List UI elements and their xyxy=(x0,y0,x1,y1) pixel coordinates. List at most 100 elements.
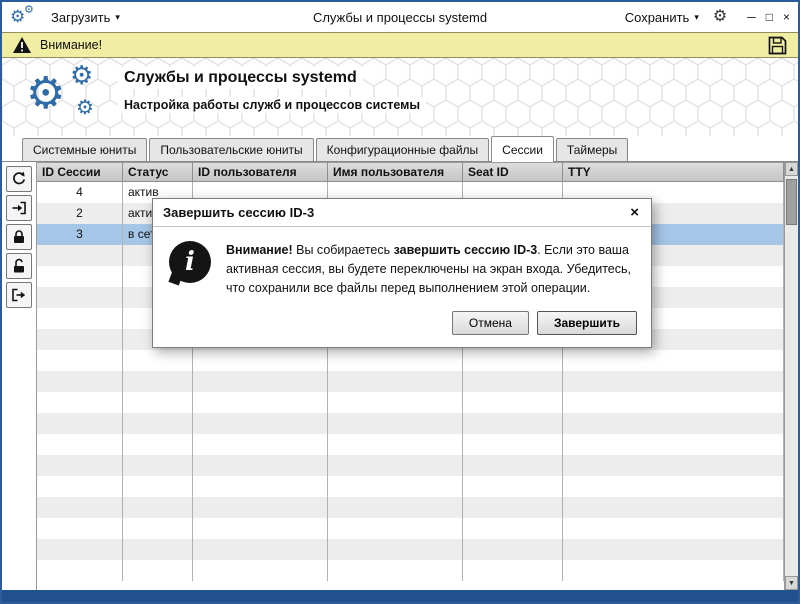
cell xyxy=(193,518,328,539)
cell xyxy=(123,455,193,476)
cell xyxy=(563,434,784,455)
cell xyxy=(37,455,123,476)
cell xyxy=(328,392,463,413)
cell xyxy=(328,413,463,434)
cell xyxy=(37,266,123,287)
cell xyxy=(37,392,123,413)
cell xyxy=(193,455,328,476)
cell xyxy=(463,350,563,371)
save-menu-button[interactable]: Сохранить ▾ xyxy=(621,8,703,27)
lock-session-button[interactable] xyxy=(6,224,32,250)
cell xyxy=(193,350,328,371)
scroll-down-button[interactable]: ▼ xyxy=(785,576,798,590)
cell xyxy=(123,350,193,371)
cell xyxy=(193,476,328,497)
cell xyxy=(37,371,123,392)
table-row xyxy=(37,371,784,392)
cell xyxy=(463,539,563,560)
terminate-session-button[interactable] xyxy=(6,282,32,308)
column-header[interactable]: ID пользователя xyxy=(193,162,328,182)
cell xyxy=(37,413,123,434)
cell xyxy=(463,560,563,581)
column-header[interactable]: Seat ID xyxy=(463,162,563,182)
close-button[interactable]: × xyxy=(783,11,790,23)
session-toolbar xyxy=(2,162,36,590)
settings-gear-icon[interactable]: ⚙ xyxy=(713,9,727,25)
lock-icon xyxy=(11,229,27,245)
scroll-up-button[interactable]: ▲ xyxy=(785,162,798,176)
table-row xyxy=(37,539,784,560)
cell xyxy=(37,350,123,371)
load-menu-button[interactable]: Загрузить ▾ xyxy=(47,8,124,27)
confirm-terminate-button[interactable]: Завершить xyxy=(537,311,637,335)
dialog-message-part: Внимание! xyxy=(226,243,293,257)
cell xyxy=(463,413,563,434)
cell xyxy=(563,539,784,560)
cell xyxy=(37,245,123,266)
app-window: ⚙ ⚙ Загрузить ▾ Службы и процессы system… xyxy=(0,0,800,604)
vertical-scrollbar[interactable]: ▲ ▼ xyxy=(784,162,798,590)
cell xyxy=(193,413,328,434)
cell xyxy=(563,413,784,434)
cell xyxy=(37,497,123,518)
save-disk-icon xyxy=(767,35,788,56)
cell xyxy=(328,371,463,392)
tab-3[interactable]: Конфигурационные файлы xyxy=(316,138,489,161)
activate-session-button[interactable] xyxy=(6,195,32,221)
chevron-down-icon: ▾ xyxy=(115,13,120,22)
page-title: Службы и процессы systemd xyxy=(118,67,363,89)
cell xyxy=(123,518,193,539)
tab-bar: Системные юнитыПользовательские юнитыКон… xyxy=(2,136,798,162)
cell xyxy=(37,434,123,455)
info-icon: i xyxy=(169,241,211,283)
dialog-close-button[interactable]: × xyxy=(628,204,641,221)
unlock-session-button[interactable] xyxy=(6,253,32,279)
cell xyxy=(463,455,563,476)
warning-banner: Внимание! xyxy=(2,32,798,58)
refresh-button[interactable] xyxy=(6,166,32,192)
dialog-message: Внимание! Вы собираетесь завершить сесси… xyxy=(226,241,633,297)
cell xyxy=(463,371,563,392)
page-header: ⚙ ⚙ ⚙ Службы и процессы systemd Настройк… xyxy=(2,58,798,136)
cell xyxy=(563,518,784,539)
table-row xyxy=(37,476,784,497)
table-header: ID СессииСтатусID пользователяИмя пользо… xyxy=(37,162,784,182)
cell xyxy=(37,518,123,539)
status-bar xyxy=(2,590,798,602)
save-file-button[interactable] xyxy=(767,35,788,56)
info-icon-tail xyxy=(168,271,182,285)
cancel-button[interactable]: Отмена xyxy=(452,311,529,335)
column-header[interactable]: Статус xyxy=(123,162,193,182)
cell xyxy=(563,350,784,371)
tab-5[interactable]: Таймеры xyxy=(556,138,628,161)
load-menu-label: Загрузить xyxy=(51,10,110,25)
cell xyxy=(563,455,784,476)
maximize-button[interactable]: □ xyxy=(766,11,773,23)
cell xyxy=(37,287,123,308)
cell xyxy=(563,560,784,581)
dialog-titlebar: Завершить сессию ID-3 × xyxy=(153,199,651,227)
cell xyxy=(328,455,463,476)
column-header[interactable]: TTY xyxy=(563,162,784,182)
table-row xyxy=(37,455,784,476)
cell xyxy=(328,539,463,560)
unlock-icon xyxy=(11,258,27,274)
cell xyxy=(193,371,328,392)
tab-2[interactable]: Пользовательские юниты xyxy=(149,138,313,161)
tab-4[interactable]: Сессии xyxy=(491,136,554,162)
login-arrow-icon xyxy=(11,200,27,216)
window-controls: ─ □ × xyxy=(747,11,790,23)
cell: 4 xyxy=(37,182,123,203)
cell xyxy=(328,518,463,539)
dialog-message-part: завершить сессию ID-3 xyxy=(394,243,538,257)
cell xyxy=(328,560,463,581)
chevron-down-icon: ▾ xyxy=(694,13,699,22)
minimize-button[interactable]: ─ xyxy=(747,11,756,23)
tab-1[interactable]: Системные юниты xyxy=(22,138,147,161)
warning-banner-text: Внимание! xyxy=(40,38,102,52)
cell xyxy=(463,497,563,518)
column-header[interactable]: Имя пользователя xyxy=(328,162,463,182)
column-header[interactable]: ID Сессии xyxy=(37,162,123,182)
scrollbar-thumb[interactable] xyxy=(786,179,797,225)
cell xyxy=(563,371,784,392)
